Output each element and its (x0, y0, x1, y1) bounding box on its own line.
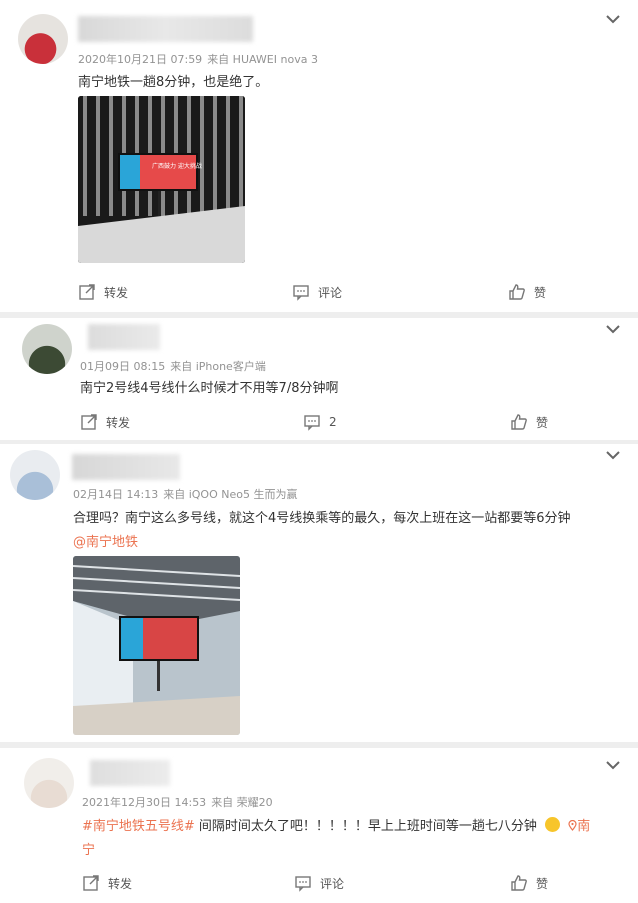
repost-label: 转发 (108, 876, 133, 891)
comment-icon (295, 876, 311, 892)
post-text: 合理吗？南宁这么多号线，就这个4号线换乘等的最久，每次上班在这一站都要等6分钟 (73, 511, 571, 526)
post-text-line: #南宁地铁五号线# 间隔时间太久了吧！！！！！早上上班时间等一趟七八分钟 南 (82, 815, 590, 834)
avatar[interactable] (10, 450, 60, 500)
like-label: 赞 (536, 415, 549, 430)
username[interactable] (72, 454, 180, 480)
comment-icon (304, 415, 320, 431)
mention-link[interactable]: @南宁地铁 (73, 531, 138, 550)
repost-button[interactable]: 转发 (80, 413, 130, 431)
post-card: 01月09日 08:15 来自 iPhone客户端 南宁2号线4号线什么时候才不用… (0, 318, 638, 440)
chevron-down-icon[interactable] (606, 450, 620, 460)
repost-icon (81, 414, 97, 430)
post-image[interactable]: 广西鼓力 迎大挑战 (78, 96, 245, 263)
post-time[interactable]: 2020年10月21日 07:59 (78, 53, 202, 66)
like-button[interactable]: 赞 (510, 874, 548, 892)
comment-button[interactable]: 评论 (292, 283, 342, 301)
post-source: 来自 HUAWEI nova 3 (207, 53, 318, 66)
username[interactable] (90, 760, 170, 786)
post-text: 间隔时间太久了吧！！！！！早上上班时间等一趟七八分钟 (194, 819, 537, 834)
repost-button[interactable]: 转发 (82, 874, 132, 892)
like-button[interactable]: 赞 (510, 413, 548, 431)
comment-label: 评论 (320, 876, 345, 891)
avatar[interactable] (18, 14, 68, 64)
post-source: 来自 iPhone客户端 (170, 360, 266, 373)
post-image[interactable] (73, 556, 240, 735)
post-card: 2020年10月21日 07:59 来自 HUAWEI nova 3 南宁地铁一趟… (0, 0, 638, 312)
username[interactable] (88, 324, 160, 350)
post-card: 2021年12月30日 14:53 来自 荣耀20 #南宁地铁五号线# 间隔时间太… (0, 748, 638, 903)
repost-label: 转发 (104, 285, 129, 300)
emoji-icon (545, 817, 561, 832)
post-time[interactable]: 02月14日 14:13 (73, 488, 158, 501)
location-pin-icon (568, 819, 577, 831)
post-meta: 2020年10月21日 07:59 来自 HUAWEI nova 3 (78, 51, 323, 67)
post-source: 来自 荣耀20 (211, 796, 273, 809)
chevron-down-icon[interactable] (606, 324, 620, 334)
thumbs-up-icon (511, 875, 527, 891)
topic-link[interactable]: #南宁地铁五号线# (82, 819, 195, 834)
location-link[interactable]: 南 (568, 819, 590, 834)
repost-icon (83, 875, 99, 891)
comment-count: 2 (329, 415, 337, 429)
chevron-down-icon[interactable] (606, 14, 620, 24)
repost-icon (79, 284, 95, 300)
post-card: 02月14日 14:13 来自 iQOO Neo5 生而为赢 合理吗？南宁这么多号… (0, 444, 638, 742)
post-time[interactable]: 01月09日 08:15 (80, 360, 165, 373)
like-button[interactable]: 赞 (508, 283, 546, 301)
post-meta: 01月09日 08:15 来自 iPhone客户端 (80, 358, 271, 374)
post-source: 来自 iQOO Neo5 生而为赢 (163, 488, 298, 501)
location-text[interactable]: 南 (577, 819, 590, 834)
location-text-wrap[interactable]: 宁 (82, 839, 95, 858)
post-text: 南宁2号线4号线什么时候才不用等7/8分钟啊 (80, 381, 339, 396)
comment-icon (293, 285, 309, 301)
like-label: 赞 (534, 285, 547, 300)
post-meta: 2021年12月30日 14:53 来自 荣耀20 (82, 794, 278, 810)
thumbs-up-icon (511, 414, 527, 430)
comment-button[interactable]: 2 (303, 413, 337, 431)
repost-button[interactable]: 转发 (78, 283, 128, 301)
username[interactable] (78, 16, 253, 42)
chevron-down-icon[interactable] (606, 760, 620, 770)
thumbs-up-icon (509, 284, 525, 300)
post-time[interactable]: 2021年12月30日 14:53 (82, 796, 206, 809)
avatar[interactable] (22, 324, 72, 374)
avatar[interactable] (24, 758, 74, 808)
post-text: 南宁地铁一趟8分钟，也是绝了。 (78, 75, 269, 90)
comment-label: 评论 (318, 285, 343, 300)
post-meta: 02月14日 14:13 来自 iQOO Neo5 生而为赢 (73, 486, 302, 502)
screen-text: 广西鼓力 迎大挑战 (152, 162, 202, 170)
like-label: 赞 (536, 876, 549, 891)
comment-button[interactable]: 评论 (294, 874, 344, 892)
repost-label: 转发 (106, 415, 131, 430)
